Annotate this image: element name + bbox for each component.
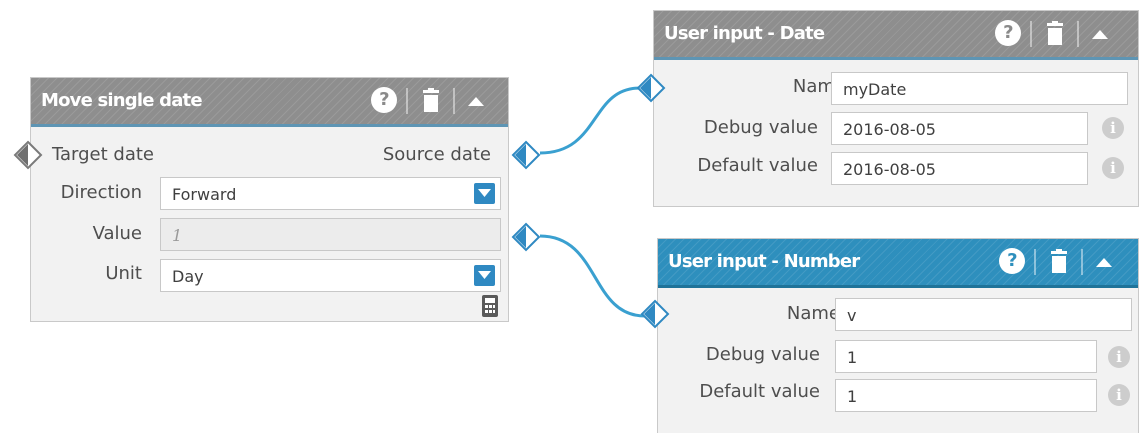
date-default-input[interactable]: 2016-08-05	[831, 152, 1088, 185]
number-debug-input[interactable]: 1	[835, 340, 1097, 373]
calculator-icon	[482, 295, 498, 317]
delete-button[interactable]	[416, 86, 446, 116]
trash-icon	[1051, 249, 1067, 273]
number-debug-label: Debug value	[705, 344, 820, 365]
help-button[interactable]: ?	[997, 247, 1027, 277]
date-default-value: 2016-08-05	[843, 160, 936, 179]
header-divider	[1030, 21, 1032, 47]
user-input-date-node[interactable]: User input - Date ? Name myDate Debug va…	[653, 10, 1139, 207]
header-divider	[1081, 249, 1083, 275]
date-debug-label: Debug value	[703, 117, 818, 138]
info-icon[interactable]: i	[1102, 157, 1124, 179]
value-output-port[interactable]	[511, 222, 541, 252]
target-date-label: Target date	[52, 144, 154, 165]
number-name-label: Name	[786, 303, 840, 324]
user-input-number-node[interactable]: User input - Number ? Name v Debug value…	[657, 238, 1139, 433]
trash-icon	[423, 88, 439, 112]
move-single-date-node[interactable]: Move single date ? Target date Source da…	[30, 77, 509, 322]
value-input[interactable]: 1	[160, 218, 501, 251]
unit-dropdown-button[interactable]	[474, 265, 495, 286]
collapse-up-icon	[1092, 30, 1108, 39]
target-date-input-port[interactable]	[13, 140, 43, 170]
direction-dropdown-button[interactable]	[474, 183, 495, 204]
wire-source-date	[539, 86, 641, 155]
number-default-input[interactable]: 1	[835, 379, 1097, 412]
help-button[interactable]: ?	[993, 19, 1023, 49]
date-node-header[interactable]: User input - Date ?	[654, 11, 1138, 60]
trash-icon	[1047, 21, 1063, 45]
date-default-label: Default value	[697, 155, 818, 176]
number-node-title: User input - Number	[668, 251, 860, 272]
unit-select[interactable]: Day	[160, 259, 501, 292]
source-date-output-port[interactable]	[511, 140, 541, 170]
help-button[interactable]: ?	[369, 86, 399, 116]
source-date-label: Source date	[382, 144, 491, 165]
wire-value	[539, 234, 646, 318]
chevron-down-icon	[478, 271, 491, 279]
direction-select[interactable]: Forward	[160, 177, 501, 210]
direction-value: Forward	[172, 185, 237, 204]
header-divider	[1077, 21, 1079, 47]
number-default-value: 1	[847, 387, 858, 406]
number-node-input-port[interactable]	[640, 299, 670, 329]
info-icon[interactable]: i	[1102, 117, 1124, 139]
help-icon: ?	[371, 87, 397, 113]
unit-label: Unit	[105, 263, 142, 284]
direction-label: Direction	[60, 182, 142, 203]
delete-button[interactable]	[1040, 19, 1070, 49]
unit-value: Day	[172, 267, 204, 286]
help-icon: ?	[999, 248, 1025, 274]
header-divider	[1034, 249, 1036, 275]
collapse-button[interactable]	[1085, 19, 1115, 49]
date-name-input[interactable]: myDate	[831, 72, 1128, 105]
info-icon[interactable]: i	[1108, 384, 1130, 406]
value-label: Value	[92, 223, 142, 244]
delete-button[interactable]	[1044, 247, 1074, 277]
header-divider	[453, 88, 455, 114]
number-node-header[interactable]: User input - Number ?	[658, 239, 1138, 288]
date-debug-input[interactable]: 2016-08-05	[831, 112, 1088, 145]
date-name-value: myDate	[843, 80, 907, 99]
number-debug-value: 1	[847, 348, 858, 367]
number-name-input[interactable]: v	[835, 298, 1132, 331]
collapse-button[interactable]	[461, 86, 491, 116]
calculator-button[interactable]	[475, 294, 505, 320]
collapse-up-icon	[1096, 258, 1112, 267]
move-node-header[interactable]: Move single date ?	[31, 78, 508, 127]
info-icon[interactable]: i	[1108, 346, 1130, 368]
number-default-label: Default value	[699, 381, 820, 402]
value-placeholder: 1	[172, 226, 183, 245]
help-icon: ?	[995, 20, 1021, 46]
chevron-down-icon	[478, 189, 491, 197]
date-node-title: User input - Date	[664, 23, 825, 44]
collapse-button[interactable]	[1089, 247, 1119, 277]
header-divider	[406, 88, 408, 114]
move-node-title: Move single date	[41, 90, 203, 111]
number-name-value: v	[847, 306, 857, 325]
date-node-input-port[interactable]	[636, 73, 666, 103]
collapse-up-icon	[468, 97, 484, 106]
date-debug-value: 2016-08-05	[843, 120, 936, 139]
